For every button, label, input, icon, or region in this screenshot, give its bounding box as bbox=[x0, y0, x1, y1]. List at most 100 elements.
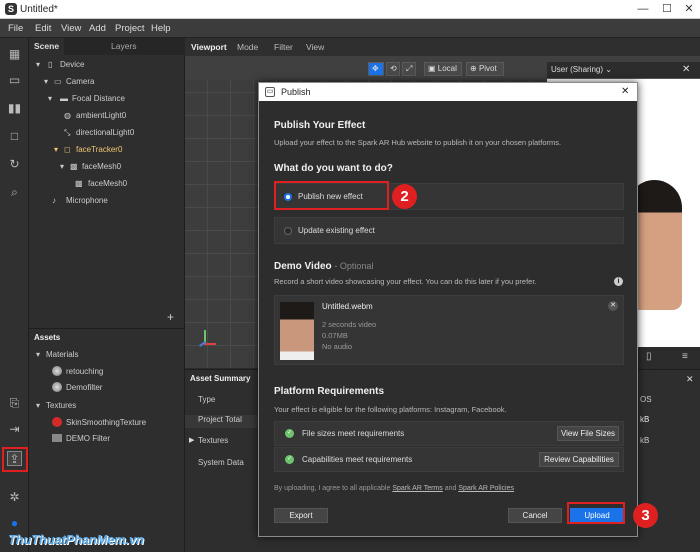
face-tracker-icon: ◻ bbox=[64, 145, 71, 154]
tree-item-facemesh[interactable]: faceMesh0 bbox=[82, 162, 121, 171]
login-icon[interactable]: ⇥ bbox=[7, 422, 22, 437]
assets-materials[interactable]: Materials bbox=[46, 350, 78, 359]
question-heading: What do you want to do? bbox=[274, 163, 393, 174]
tab-view[interactable]: View bbox=[306, 42, 324, 52]
menu-add[interactable]: Add bbox=[89, 23, 106, 34]
summary-type: Type bbox=[198, 395, 216, 404]
check-icon: ✓ bbox=[285, 455, 294, 464]
camera-toolbar: ▯ ≡ bbox=[630, 347, 700, 368]
tab-scene[interactable]: Scene bbox=[29, 38, 65, 55]
platform-heading: Platform Requirements bbox=[274, 386, 385, 397]
menu-view[interactable]: View bbox=[61, 23, 81, 34]
tree-item-focal-distance[interactable]: Focal Distance bbox=[72, 94, 125, 103]
summary-value-total: kB bbox=[640, 415, 650, 424]
tree-arrow-icon[interactable]: ▾ bbox=[48, 94, 52, 103]
video-size: 0.07MB bbox=[322, 331, 348, 340]
review-capabilities-button[interactable]: Review Capabilities bbox=[539, 452, 619, 467]
option-update-existing[interactable]: Update existing effect bbox=[274, 217, 624, 244]
view-file-sizes-button[interactable]: View File Sizes bbox=[557, 426, 619, 441]
tree-item-facemesh-child[interactable]: faceMesh0 bbox=[88, 179, 127, 188]
account-icon[interactable]: ● bbox=[7, 516, 22, 531]
spark-ar-terms-link[interactable]: Spark AR Terms bbox=[392, 485, 442, 492]
cancel-button[interactable]: Cancel bbox=[508, 508, 562, 523]
spark-ar-policies-link[interactable]: Spark AR Policies bbox=[458, 485, 514, 492]
requirement-capabilities: ✓ Capabilities meet requirements Review … bbox=[274, 447, 624, 472]
tree-item-ambient-light[interactable]: ambientLight0 bbox=[76, 111, 126, 120]
summary-close-icon[interactable]: ✕ bbox=[686, 374, 694, 385]
assets-textures[interactable]: Textures bbox=[46, 401, 76, 410]
tab-mode[interactable]: Mode bbox=[237, 42, 258, 52]
maximize-button[interactable]: ☐ bbox=[660, 2, 674, 16]
asset-skin-texture[interactable]: SkinSmoothingTexture bbox=[66, 418, 146, 427]
window-titlebar: S Untitled* — ☐ ✕ bbox=[0, 0, 700, 19]
camera-select[interactable]: User (Sharing) ⌄ bbox=[547, 62, 700, 79]
terms-and: and bbox=[444, 485, 457, 492]
export-button[interactable]: Export bbox=[274, 508, 328, 523]
pivot-button[interactable]: ⊕ Pivot bbox=[466, 62, 504, 76]
summary-title: Asset Summary bbox=[190, 374, 251, 383]
pivot-icon: ⊕ bbox=[470, 64, 479, 73]
tree-arrow-icon[interactable]: ▾ bbox=[44, 77, 48, 86]
tree-arrow-icon[interactable]: ▾ bbox=[36, 60, 40, 69]
asset-retouching[interactable]: retouching bbox=[66, 367, 103, 376]
move-tool-icon[interactable]: ✥ bbox=[368, 62, 384, 76]
menu-edit[interactable]: Edit bbox=[35, 23, 51, 34]
layout-icon[interactable]: ▦ bbox=[7, 47, 22, 62]
panels-icon[interactable]: ▮▮ bbox=[7, 101, 22, 116]
tree-item-microphone[interactable]: Microphone bbox=[66, 196, 108, 205]
add-object-button[interactable]: + bbox=[167, 310, 174, 324]
radio-unselected-icon[interactable] bbox=[284, 227, 292, 235]
tree-item-directional-light[interactable]: directionalLight0 bbox=[76, 128, 134, 137]
camera-select-label: User (Sharing) bbox=[551, 65, 604, 74]
menu-help[interactable]: Help bbox=[151, 23, 171, 34]
info-icon[interactable]: i bbox=[614, 277, 623, 286]
tree-item-device[interactable]: Device bbox=[60, 60, 84, 69]
search-icon[interactable]: ⌕ bbox=[7, 185, 22, 200]
annotation-box-upload-button bbox=[567, 502, 625, 524]
tab-filter[interactable]: Filter bbox=[274, 42, 293, 52]
tree-item-face-tracker[interactable]: faceTracker0 bbox=[76, 145, 122, 154]
dialog-titlebar: ▭ Publish ✕ bbox=[259, 83, 637, 101]
import-icon[interactable]: ⎘ bbox=[7, 396, 22, 411]
asset-demo-filter[interactable]: DEMO Filter bbox=[66, 434, 110, 443]
expand-arrow-icon[interactable]: ▶ bbox=[189, 436, 194, 444]
light-icon: ⤡ bbox=[64, 128, 71, 137]
requirement-capabilities-label: Capabilities meet requirements bbox=[302, 455, 413, 464]
tab-viewport[interactable]: Viewport bbox=[191, 42, 227, 52]
tree-arrow-icon[interactable]: ▾ bbox=[36, 401, 40, 410]
menu-project[interactable]: Project bbox=[115, 23, 145, 34]
viewport-tabs: Viewport Mode Filter View bbox=[185, 38, 700, 56]
preview-close-icon[interactable]: ✕ bbox=[682, 64, 690, 75]
eligibility-text: Your effect is eligible for the followin… bbox=[274, 405, 507, 414]
badge-2: 2 bbox=[392, 184, 417, 209]
asset-demofilter[interactable]: Demofilter bbox=[66, 383, 102, 392]
dialog-close-button[interactable]: ✕ bbox=[621, 86, 629, 97]
summary-textures[interactable]: Textures bbox=[185, 436, 260, 445]
phone-icon[interactable]: ▯ bbox=[646, 351, 652, 362]
video-thumbnail[interactable] bbox=[280, 302, 314, 360]
sync-icon[interactable]: ↻ bbox=[7, 157, 22, 172]
material-icon bbox=[52, 382, 62, 392]
minimize-button[interactable]: — bbox=[636, 2, 650, 16]
menu-file[interactable]: File bbox=[8, 23, 23, 34]
tree-item-camera[interactable]: Camera bbox=[66, 77, 94, 86]
requirement-file-sizes-label: File sizes meet requirements bbox=[302, 429, 405, 438]
local-button[interactable]: ▣ Local bbox=[424, 62, 462, 76]
rotate-tool-icon[interactable]: ⟲ bbox=[386, 62, 400, 76]
video-icon[interactable]: ▭ bbox=[7, 73, 22, 88]
optional-label: - Optional bbox=[334, 261, 374, 271]
tree-arrow-icon[interactable]: ▾ bbox=[36, 350, 40, 359]
scale-tool-icon[interactable]: ⤢ bbox=[402, 62, 416, 76]
menu-icon[interactable]: ≡ bbox=[682, 351, 688, 362]
globe-icon: ◍ bbox=[64, 111, 71, 120]
frame-icon[interactable]: □ bbox=[7, 129, 22, 144]
tree-arrow-icon[interactable]: ▾ bbox=[60, 162, 64, 171]
bug-icon[interactable]: ✲ bbox=[7, 490, 22, 505]
close-button[interactable]: ✕ bbox=[682, 2, 696, 16]
remove-video-icon[interactable]: ✕ bbox=[608, 301, 618, 311]
local-label: Local bbox=[437, 64, 457, 73]
tab-layers[interactable]: Layers bbox=[106, 38, 142, 55]
watermark: ThuThuatPhanMem.vn bbox=[8, 532, 144, 547]
badge-3: 3 bbox=[633, 503, 658, 528]
tree-arrow-icon[interactable]: ▾ bbox=[54, 145, 58, 154]
